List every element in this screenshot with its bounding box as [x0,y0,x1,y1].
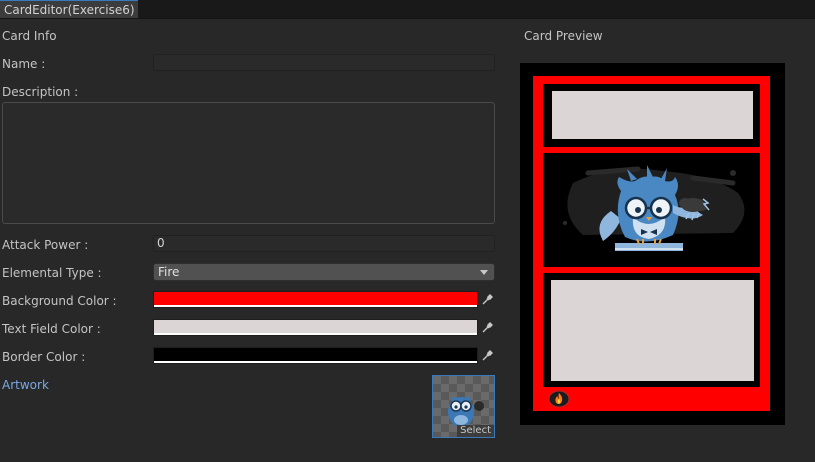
owl-mascot-icon [563,165,745,251]
card-artwork-panel [543,153,760,267]
eyedropper-icon[interactable] [479,347,495,364]
card-title-border [543,84,760,147]
card-description-field [551,280,754,381]
background-color-label: Background Color : [2,294,117,308]
chevron-down-icon [480,270,488,275]
card-title-field [552,91,753,139]
card-description-border [543,273,760,387]
artwork-object-field[interactable]: Select [432,375,495,438]
name-label: Name : [2,57,46,71]
description-label: Description : [2,85,79,99]
background-color-field[interactable] [153,291,478,308]
eyedropper-icon[interactable] [479,319,495,336]
border-color-field[interactable] [153,347,478,364]
elemental-type-value: Fire [158,265,180,279]
attack-power-field[interactable]: 0 [153,235,495,252]
fire-icon [548,390,570,408]
border-color-label: Border Color : [2,350,86,364]
text-field-color-field[interactable] [153,319,478,336]
tab-bar: CardEditor(Exercise6) [0,0,815,19]
card-info-title: Card Info [2,29,57,43]
text-field-color-label: Text Field Color : [2,322,101,336]
elemental-type-dropdown[interactable]: Fire [153,263,495,281]
name-field[interactable] [153,54,495,71]
card-preview-title: Card Preview [524,29,603,43]
tab-card-editor[interactable]: CardEditor(Exercise6) [0,0,138,18]
elemental-type-label: Elemental Type : [2,266,102,280]
artwork-label: Artwork [2,378,49,392]
eyedropper-icon[interactable] [479,291,495,308]
attack-power-label: Attack Power : [2,238,89,252]
artwork-select-button[interactable]: Select [457,425,494,437]
description-textarea[interactable] [2,102,495,224]
